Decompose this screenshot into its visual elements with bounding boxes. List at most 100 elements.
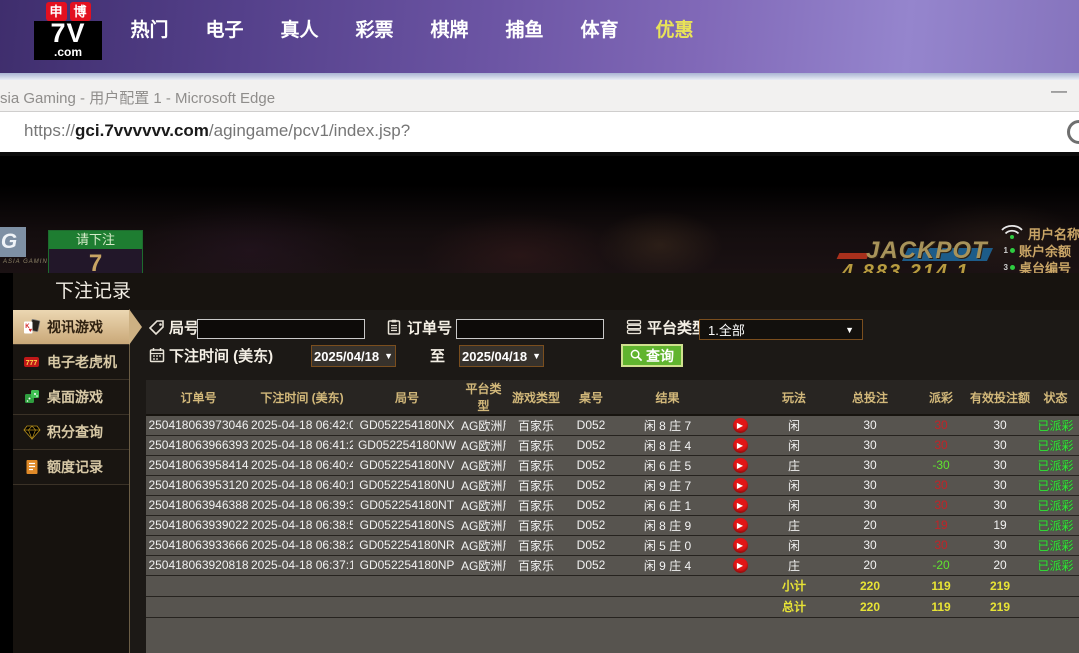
cell-status: 已派彩: [1031, 455, 1079, 476]
info-row-0: 用户名称: [1000, 224, 1079, 242]
replay-cell: ▶: [719, 495, 761, 516]
date-to-value: 2025/04/18: [462, 348, 528, 364]
cell-play_type: 闲: [761, 475, 827, 496]
replay-button[interactable]: ▶: [732, 457, 748, 473]
clipboard-icon: [387, 319, 401, 335]
total-value: [506, 575, 566, 597]
replay-cell: ▶: [719, 555, 761, 576]
total-value: [616, 596, 719, 618]
status-dot: [1010, 248, 1015, 253]
cell-bet_total: 30: [827, 495, 913, 516]
total-value: 119: [913, 575, 969, 597]
cell-payout: 30: [913, 495, 969, 516]
cell-bet_total: 20: [827, 555, 913, 576]
cell-game_type: 百家乐: [506, 435, 566, 456]
cell-game_type: 百家乐: [506, 475, 566, 496]
nav-item-5[interactable]: 捕鱼: [487, 15, 562, 42]
nav-item-4[interactable]: 棋牌: [412, 15, 487, 42]
nav-item-0[interactable]: 热门: [112, 15, 187, 42]
sidebar-item-1[interactable]: 777 电子老虎机: [13, 345, 129, 380]
cell-bet_time: 2025-04-18 06:40:11: [251, 475, 353, 496]
nav-item-1[interactable]: 电子: [187, 15, 262, 42]
cell-bet_total: 30: [827, 415, 913, 436]
cell-order_id: 250418063933666: [146, 535, 251, 556]
table-row: 250418063920818 2025-04-18 06:37:12 GD0522…: [146, 555, 1079, 576]
order-label: 订单号: [407, 320, 453, 337]
cell-game_type: 百家乐: [506, 555, 566, 576]
replay-button[interactable]: ▶: [732, 517, 748, 533]
total-value: [353, 575, 461, 597]
sidebar-item-4[interactable]: 额度记录: [13, 450, 129, 485]
search-icon: [630, 349, 643, 362]
total-value: 119: [913, 596, 969, 618]
sidebar-item-2[interactable]: 桌面游戏: [13, 380, 129, 415]
total-value: 220: [827, 575, 913, 597]
bet-table: 订单号 下注时间 (美东) 局号 平台类型 游戏类型 桌号 结果 玩法 总投注 派彩 有效投注额 状态…: [146, 380, 1079, 618]
cell-round_id: GD052254180NW: [353, 435, 461, 456]
replay-button[interactable]: ▶: [732, 417, 748, 433]
replay-cell: ▶: [719, 455, 761, 476]
cell-valid_bet: 19: [969, 515, 1031, 536]
cell-bet_total: 20: [827, 515, 913, 536]
cell-order_id: 250418063973046: [146, 415, 251, 436]
panel-main: 局号 订单号 平台类型 1.全部 ▼ 下注时间 (美东) 2025/04/18 …: [131, 310, 1079, 653]
date-to-picker[interactable]: 2025/04/18 ▼: [459, 345, 544, 367]
url-scheme: https://: [24, 121, 76, 140]
sidebar-item-0[interactable]: K ♥ 视讯游戏: [13, 309, 142, 345]
total-value: [506, 596, 566, 618]
col-header-8: 玩法: [761, 380, 827, 416]
cell-table_no: D052: [566, 535, 616, 556]
url-text[interactable]: https://gci.7vvvvvv.com/agingame/pcv1/in…: [24, 121, 410, 141]
cell-bet_time: 2025-04-18 06:37:12: [251, 555, 353, 576]
cell-order_id: 250418063946388: [146, 495, 251, 516]
col-header-4: 游戏类型: [506, 380, 566, 416]
sidebar-item-3[interactable]: 积分查询: [13, 415, 129, 450]
cell-bet_total: 30: [827, 475, 913, 496]
cell-platform: AG欧洲厅: [461, 555, 506, 576]
window-titlebar[interactable]: sia Gaming - 用户配置 1 - Microsoft Edge —: [0, 80, 1079, 111]
date-from-picker[interactable]: 2025/04/18 ▼: [311, 345, 396, 367]
col-header-1: 下注时间 (美东): [251, 380, 353, 416]
cell-bet_time: 2025-04-18 06:38:20: [251, 535, 353, 556]
cell-status: 已派彩: [1031, 475, 1079, 496]
address-bar[interactable]: https://gci.7vvvvvv.com/agingame/pcv1/in…: [0, 112, 1079, 152]
sidebar-item-label: 桌面游戏: [47, 389, 103, 405]
nav-item-3[interactable]: 彩票: [337, 15, 412, 42]
replay-button[interactable]: ▶: [732, 477, 748, 493]
replay-button[interactable]: ▶: [732, 497, 748, 513]
minimize-button[interactable]: —: [1051, 83, 1067, 101]
platform-select[interactable]: 1.全部 ▼: [699, 319, 863, 340]
replay-button[interactable]: ▶: [732, 557, 748, 573]
info-number: 1: [1003, 246, 1008, 255]
cell-bet_time: 2025-04-18 06:42:03: [251, 415, 353, 436]
replay-button[interactable]: ▶: [732, 537, 748, 553]
nav-item-2[interactable]: 真人: [262, 15, 337, 42]
cell-bet_time: 2025-04-18 06:39:34: [251, 495, 353, 516]
cell-order_id: 250418063939022: [146, 515, 251, 536]
replay-button[interactable]: ▶: [732, 437, 748, 453]
cell-bet_total: 30: [827, 535, 913, 556]
order-input[interactable]: [456, 319, 604, 339]
cards-icon: K ♥: [23, 319, 41, 335]
table-row: 250418063973046 2025-04-18 06:42:03 GD0522…: [146, 415, 1079, 436]
cell-bet_time: 2025-04-18 06:41:26: [251, 435, 353, 456]
cell-status: 已派彩: [1031, 555, 1079, 576]
window-title: sia Gaming - 用户配置 1 - Microsoft Edge: [0, 90, 276, 107]
cell-bet_total: 30: [827, 435, 913, 456]
cell-round_id: GD052254180NU: [353, 475, 461, 496]
nav-item-7[interactable]: 优惠: [637, 15, 712, 42]
cell-result: 闲 9 庄 4: [616, 555, 719, 576]
total-value: [146, 596, 251, 618]
bet-prompt-label: 请下注: [49, 231, 142, 249]
tag-icon: [149, 320, 164, 336]
total-row-name: 总计 220 119 219: [146, 596, 1079, 618]
round-input[interactable]: [197, 319, 365, 339]
table-row: 250418063933666 2025-04-18 06:38:20 GD0522…: [146, 535, 1079, 556]
cell-valid_bet: 30: [969, 415, 1031, 436]
total-value: [146, 575, 251, 597]
cell-table_no: D052: [566, 475, 616, 496]
site-logo[interactable]: 申 博 7V .com: [34, 2, 102, 60]
total-value: [566, 575, 616, 597]
nav-item-6[interactable]: 体育: [562, 15, 637, 42]
search-button[interactable]: 查询: [621, 344, 683, 367]
